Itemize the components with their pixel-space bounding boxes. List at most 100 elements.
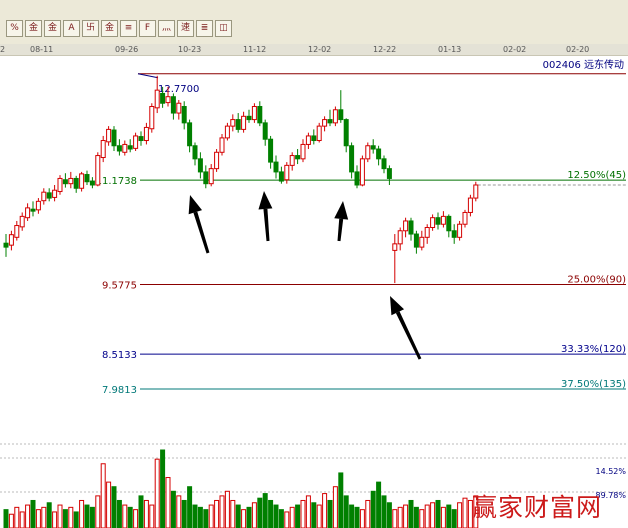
volume-bar — [197, 506, 203, 528]
volume-bar — [133, 509, 139, 528]
candle-body — [376, 148, 382, 160]
volume-bar — [316, 504, 322, 528]
candle-body — [430, 217, 436, 229]
volume-bar — [176, 495, 182, 528]
volume-bar — [62, 509, 68, 528]
event-marker-icon[interactable]: 速 — [177, 20, 194, 37]
candle-body — [89, 180, 95, 186]
candle-body — [300, 143, 306, 160]
arrow-icon — [334, 201, 349, 220]
arrow-icon-shaft — [395, 311, 422, 360]
candle-body — [386, 168, 392, 179]
candle-body — [30, 208, 36, 212]
candle-body — [62, 179, 68, 185]
gold-info-icon[interactable]: 金 — [101, 20, 118, 37]
gold-coin-icon[interactable]: 金 — [25, 20, 42, 37]
candle-body — [52, 189, 58, 198]
volume-bar — [278, 509, 284, 528]
volume-bar — [419, 509, 425, 528]
volume-bar — [116, 499, 122, 528]
candle-body — [457, 223, 463, 238]
candle-body — [79, 173, 85, 189]
percent-icon[interactable]: % — [6, 20, 23, 37]
candle-body — [397, 230, 403, 245]
candle-body — [84, 174, 90, 183]
volume-bar — [386, 502, 392, 528]
volume-bar — [192, 504, 198, 528]
candle-body — [322, 119, 328, 127]
candle-body — [160, 92, 166, 104]
candle-body — [349, 145, 355, 173]
volume-bar — [440, 506, 446, 528]
x-tick-label: 09-26 — [115, 45, 139, 54]
high-pointer-line — [137, 73, 159, 79]
candle-body — [370, 145, 376, 150]
volume-bar — [430, 502, 436, 528]
fib-price-label: 8.5133 — [102, 350, 137, 361]
candle-body — [122, 143, 128, 153]
volume-pct-top: 14.52% — [595, 467, 626, 476]
stock-list-icon[interactable]: ≣ — [196, 20, 213, 37]
volume-bar — [84, 504, 90, 528]
candle-body — [462, 211, 468, 225]
volume-bar — [154, 458, 160, 528]
candle-body — [224, 125, 230, 139]
finance-f10-icon[interactable]: F — [139, 20, 156, 37]
volume-bar — [127, 506, 133, 528]
candle-body — [332, 109, 338, 124]
candle-body — [262, 122, 268, 140]
fib-percent-label: 25.00%(90) — [567, 275, 626, 286]
candle-body — [278, 171, 284, 182]
volume-bar — [235, 504, 241, 528]
candle-body — [467, 197, 473, 213]
volume-bar — [181, 499, 187, 528]
candle-body — [241, 115, 247, 130]
x-tick-label: 02-20 — [566, 45, 590, 54]
candle-body — [305, 135, 311, 145]
candle-body — [446, 215, 452, 232]
volume-bar — [343, 495, 349, 528]
volume-bar — [246, 506, 252, 528]
volume-bar — [284, 511, 290, 528]
candle-body — [311, 135, 317, 142]
volume-bar — [35, 509, 41, 528]
volume-bar — [392, 509, 398, 528]
volume-bar — [100, 463, 106, 528]
adjust-icon[interactable]: A — [63, 20, 80, 37]
volume-bar — [187, 486, 193, 528]
volume-bar — [305, 495, 311, 528]
candle-body — [187, 122, 193, 147]
candle-body — [419, 236, 425, 248]
candle-body — [100, 140, 106, 159]
candle-body — [57, 177, 63, 193]
volume-bar — [208, 504, 214, 528]
volume-bar — [149, 504, 155, 528]
gold-list-icon[interactable]: 金 — [44, 20, 61, 37]
candle-body — [138, 136, 144, 142]
volume-bar — [170, 490, 176, 528]
candle-body — [440, 215, 446, 225]
cancel-adjust-icon[interactable]: 卐 — [82, 20, 99, 37]
candle-body — [251, 106, 257, 121]
candle-body — [73, 177, 79, 189]
candle-body — [143, 126, 149, 142]
draw-line-icon[interactable]: ≡ — [120, 20, 137, 37]
volume-bar — [359, 509, 365, 528]
candle-body — [154, 89, 160, 109]
date-axis-bar: 2 08-11 09-26 10-23 11-12 12-02 12-22 01-13 02-0… — [0, 44, 628, 56]
chart-format-icon[interactable]: ◫ — [215, 20, 232, 37]
candle-body — [149, 106, 155, 130]
candle-body — [95, 155, 101, 186]
ma-settings-icon[interactable]: 灬 — [158, 20, 175, 37]
fib-price-label: 7.9813 — [102, 385, 137, 396]
volume-bar — [311, 502, 317, 528]
candle-body — [127, 145, 133, 150]
candle-body — [219, 137, 225, 153]
x-tick-label: 02-02 — [503, 45, 527, 54]
volume-bar — [3, 509, 9, 528]
volume-bar — [457, 502, 463, 528]
volume-bar — [106, 481, 112, 528]
x-tick-label: 12-22 — [373, 45, 397, 54]
volume-bar — [376, 481, 382, 528]
candle-body — [133, 135, 139, 149]
